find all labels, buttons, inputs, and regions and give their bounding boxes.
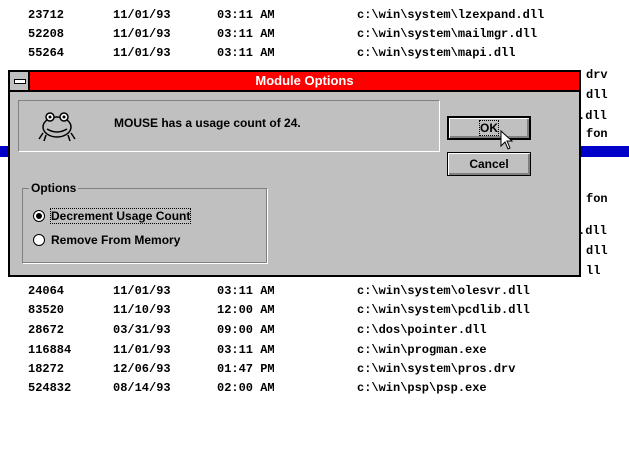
file-row[interactable]: 55264 11/01/93 03:11 AM c:\win\system\ma… — [0, 46, 629, 60]
file-date: 12/06/93 — [113, 362, 171, 376]
file-size: 28672 — [28, 323, 65, 337]
file-row-fragment[interactable]: ll — [582, 264, 629, 278]
frog-icon — [38, 112, 76, 142]
file-row[interactable]: 24064 11/01/93 03:11 AM c:\win\system\ol… — [0, 284, 629, 298]
file-path: c:\win\system\mailmgr.dll — [357, 27, 538, 41]
file-path: c:\win\psp\psp.exe — [357, 381, 487, 395]
file-time: 01:47 PM — [217, 362, 275, 376]
file-row-fragment[interactable]: dll — [582, 88, 629, 102]
file-time: 03:11 AM — [217, 8, 275, 22]
usage-count-message: MOUSE has a usage count of 24. — [114, 116, 301, 130]
file-size: 52208 — [28, 27, 65, 41]
file-path-fragment: dll — [586, 244, 608, 258]
dialog-title: Module Options — [255, 73, 354, 88]
ok-button-label: OK — [479, 120, 499, 136]
file-date: 11/01/93 — [113, 8, 171, 22]
file-path-fragment: .dll — [578, 224, 607, 238]
file-path: c:\win\system\pros.drv — [357, 362, 516, 376]
dialog-title-bar[interactable]: Module Options — [10, 72, 579, 92]
file-date: 11/01/93 — [113, 284, 171, 298]
file-time: 03:11 AM — [217, 27, 275, 41]
cancel-button[interactable]: Cancel — [447, 152, 531, 176]
file-date: 08/14/93 — [113, 381, 171, 395]
system-menu-button[interactable] — [10, 72, 30, 90]
file-time: 02:00 AM — [217, 381, 275, 395]
file-row-fragment[interactable]: .dll — [578, 224, 629, 238]
file-path-fragment: fon — [586, 192, 608, 206]
file-row[interactable]: 28672 03/31/93 09:00 AM c:\dos\pointer.d… — [0, 323, 629, 337]
file-row[interactable]: 524832 08/14/93 02:00 AM c:\win\psp\psp.… — [0, 381, 629, 395]
system-menu-icon — [14, 79, 26, 84]
mouse-pointer-icon — [500, 130, 514, 150]
file-row[interactable]: 52208 11/01/93 03:11 AM c:\win\system\ma… — [0, 27, 629, 41]
file-path: c:\win\progman.exe — [357, 343, 487, 357]
file-path-fragment: dll — [586, 88, 608, 102]
file-time: 12:00 AM — [217, 303, 275, 317]
message-panel: MOUSE has a usage count of 24. — [18, 100, 440, 152]
file-size: 116884 — [28, 343, 72, 357]
file-date: 03/31/93 — [113, 323, 171, 337]
module-options-dialog: Module Options MOUSE has a usage count o… — [8, 70, 581, 277]
options-group: Options Decrement Usage Count Remove Fro… — [22, 181, 267, 263]
file-row-fragment[interactable]: .dll — [578, 109, 629, 123]
file-row-fragment[interactable]: dll — [582, 244, 629, 258]
file-row[interactable]: 18272 12/06/93 01:47 PM c:\win\system\pr… — [0, 362, 629, 376]
file-time: 03:11 AM — [217, 284, 275, 298]
file-row-fragment[interactable]: fon — [582, 192, 629, 206]
file-date: 11/01/93 — [113, 27, 171, 41]
file-row-fragment[interactable]: drv — [582, 68, 629, 82]
file-row-fragment[interactable]: fon — [582, 127, 629, 141]
file-date: 11/01/93 — [113, 343, 171, 357]
file-time: 09:00 AM — [217, 323, 275, 337]
file-path-fragment: .dll — [578, 109, 607, 123]
file-path: c:\win\system\olesvr.dll — [357, 284, 530, 298]
file-size: 55264 — [28, 46, 65, 60]
file-path: c:\dos\pointer.dll — [357, 323, 487, 337]
file-path: c:\win\system\pcdlib.dll — [357, 303, 530, 317]
radio-button[interactable] — [33, 234, 45, 246]
file-path-fragment: fon — [586, 127, 608, 141]
file-size: 524832 — [28, 381, 72, 395]
file-path: c:\win\system\lzexpand.dll — [357, 8, 545, 22]
file-path: c:\win\system\mapi.dll — [357, 46, 516, 60]
radio-label-decrement: Decrement Usage Count — [49, 208, 192, 224]
file-row[interactable]: 23712 11/01/93 03:11 AM c:\win\system\lz… — [0, 8, 629, 22]
file-size: 18272 — [28, 362, 65, 376]
file-path-fragment: drv — [586, 68, 608, 82]
file-size: 23712 — [28, 8, 65, 22]
radio-button-selected[interactable] — [33, 210, 45, 222]
options-group-label: Options — [29, 181, 79, 195]
file-size: 83520 — [28, 303, 65, 317]
file-size: 24064 — [28, 284, 65, 298]
file-time: 03:11 AM — [217, 46, 275, 60]
file-date: 11/01/93 — [113, 46, 171, 60]
file-time: 03:11 AM — [217, 343, 275, 357]
file-path-fragment: ll — [586, 264, 601, 278]
radio-label-remove: Remove From Memory — [51, 233, 181, 247]
ok-button[interactable]: OK — [447, 116, 531, 140]
cancel-button-label: Cancel — [469, 157, 509, 171]
file-row[interactable]: 83520 11/10/93 12:00 AM c:\win\system\pc… — [0, 303, 629, 317]
file-date: 11/10/93 — [113, 303, 171, 317]
file-row[interactable]: 116884 11/01/93 03:11 AM c:\win\progman.… — [0, 343, 629, 357]
